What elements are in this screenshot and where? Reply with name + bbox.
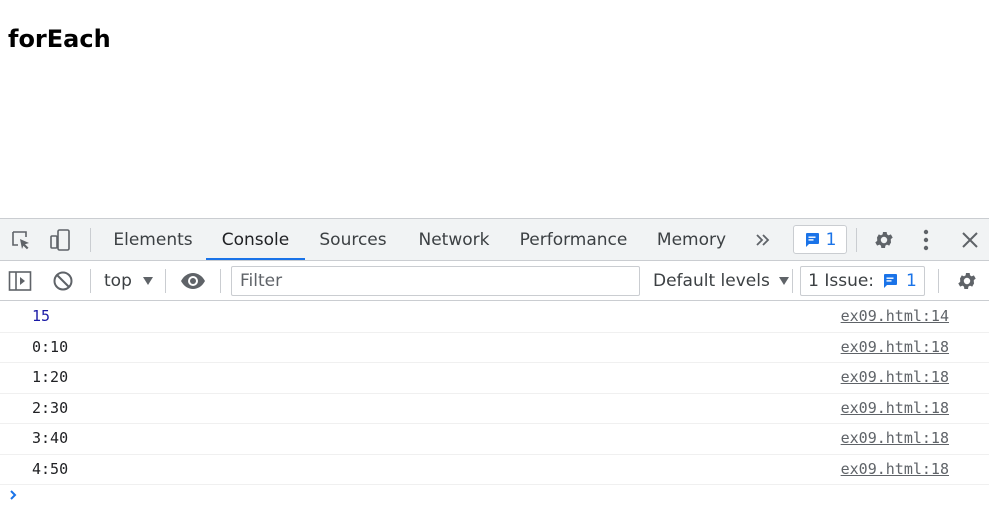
device-toolbar-icon[interactable]	[47, 227, 73, 253]
message-source-link[interactable]: ex09.html:14	[841, 307, 949, 325]
message-icon	[882, 273, 898, 289]
console-settings-gear-icon[interactable]	[954, 268, 980, 294]
message-source-link[interactable]: ex09.html:18	[841, 460, 949, 478]
console-message: 2:30 ex09.html:18	[0, 394, 989, 424]
message-source-link[interactable]: ex09.html:18	[841, 338, 949, 356]
toolbar-divider	[90, 269, 91, 293]
prompt-chevron-icon	[8, 487, 20, 507]
tab-elements[interactable]: Elements	[106, 219, 200, 260]
tab-performance[interactable]: Performance	[512, 219, 635, 260]
tab-console[interactable]: Console	[206, 219, 305, 260]
devtools-panel: Elements Console Sources Network Perform…	[0, 218, 989, 511]
tab-sources[interactable]: Sources	[311, 219, 395, 260]
page-heading: forEach	[8, 25, 111, 53]
log-levels-selector[interactable]: Default levels	[653, 261, 790, 301]
message-icon	[804, 232, 820, 248]
context-label: top	[104, 271, 132, 291]
message-text: 0:10	[32, 337, 69, 356]
message-text: 1:20	[32, 368, 69, 386]
message-source-link[interactable]: ex09.html:18	[841, 368, 949, 386]
toolbar-divider	[792, 269, 793, 293]
more-tabs-icon[interactable]	[750, 227, 776, 253]
console-message: 1:20 ex09.html:18	[0, 363, 989, 394]
inspect-element-icon[interactable]	[8, 227, 34, 253]
console-messages: 15 ex09.html:14 0:10 ex09.html:18 1:20 e…	[0, 302, 989, 485]
close-icon[interactable]	[957, 227, 983, 253]
settings-gear-icon[interactable]	[871, 227, 897, 253]
message-text: 4:50	[32, 459, 69, 478]
issue-counter-label: 1 Issue:	[808, 271, 875, 291]
filter-input[interactable]	[231, 266, 640, 296]
message-text: 2:30	[32, 398, 69, 417]
message-text: 3:40	[32, 429, 69, 447]
tab-network[interactable]: Network	[410, 219, 498, 260]
toolbar-divider	[856, 228, 857, 252]
toolbar-divider	[938, 269, 939, 293]
issue-counter-count: 1	[906, 271, 917, 291]
console-message: 3:40 ex09.html:18	[0, 424, 989, 455]
dropdown-arrow-icon	[142, 276, 154, 286]
console-message: 4:50 ex09.html:18	[0, 455, 989, 485]
message-text: 15	[32, 307, 51, 325]
console-message: 0:10 ex09.html:18	[0, 333, 989, 363]
issues-badge-count: 1	[825, 229, 837, 250]
live-expression-eye-icon[interactable]	[179, 268, 207, 294]
toolbar-divider	[90, 228, 91, 252]
console-toolbar: top Default levels 1 Issue:	[0, 261, 989, 301]
issues-badge-button[interactable]: 1	[793, 225, 847, 254]
context-selector[interactable]: top	[104, 261, 154, 301]
toolbar-divider	[220, 269, 221, 293]
tab-memory[interactable]: Memory	[650, 219, 733, 260]
kebab-menu-icon[interactable]	[913, 227, 939, 253]
dropdown-arrow-icon	[778, 276, 790, 286]
toolbar-divider	[165, 269, 166, 293]
clear-console-icon[interactable]	[50, 268, 76, 294]
console-prompt[interactable]	[0, 485, 989, 511]
console-message: 15 ex09.html:14	[0, 302, 989, 333]
sidebar-toggle-icon[interactable]	[7, 268, 33, 294]
issue-counter-button[interactable]: 1 Issue: 1	[800, 266, 925, 296]
message-source-link[interactable]: ex09.html:18	[841, 399, 949, 417]
message-source-link[interactable]: ex09.html:18	[841, 429, 949, 447]
log-levels-label: Default levels	[653, 271, 770, 291]
devtools-main-toolbar: Elements Console Sources Network Perform…	[0, 219, 989, 261]
